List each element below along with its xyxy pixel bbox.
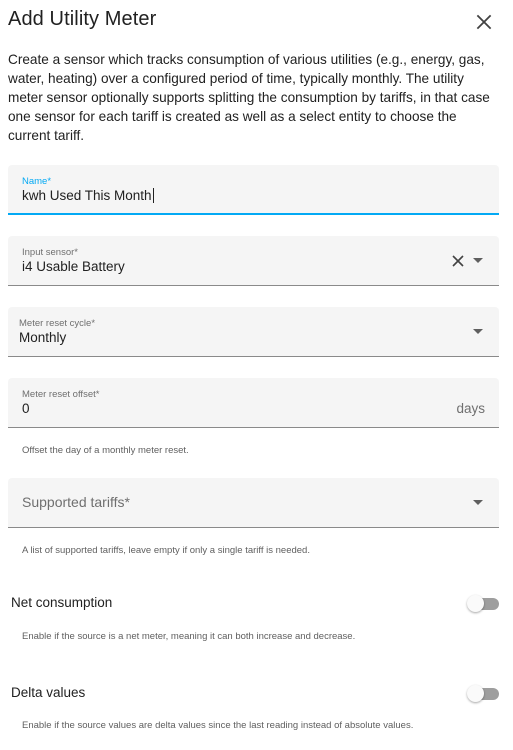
delta-values-helper: Enable if the source values are delta va…: [22, 720, 414, 731]
meter-reset-cycle-select[interactable]: Meter reset cycle* Monthly: [8, 307, 499, 357]
supported-tariffs-placeholder: Supported tariffs*: [22, 494, 130, 510]
clear-icon[interactable]: [451, 254, 465, 268]
chevron-down-icon[interactable]: [473, 258, 483, 263]
toggle-thumb: [467, 595, 484, 612]
supported-tariffs-field[interactable]: Supported tariffs*: [8, 478, 499, 528]
supported-tariffs-helper: A list of supported tariffs, leave empty…: [22, 545, 310, 556]
input-sensor-value: i4 Usable Battery: [22, 259, 125, 274]
close-icon: [472, 10, 496, 34]
input-sensor-field[interactable]: Input sensor* i4 Usable Battery: [8, 236, 499, 286]
meter-reset-offset-value[interactable]: 0: [22, 401, 30, 416]
meter-reset-offset-label: Meter reset offset*: [22, 389, 100, 400]
close-button[interactable]: [472, 10, 496, 34]
meter-reset-cycle-label: Meter reset cycle*: [19, 318, 96, 329]
chevron-down-icon: [473, 329, 483, 334]
net-consumption-label: Net consumption: [11, 595, 113, 610]
delta-values-label: Delta values: [11, 685, 86, 700]
dialog-title: Add Utility Meter: [8, 8, 157, 30]
chevron-down-icon[interactable]: [473, 500, 483, 505]
dialog-description: Create a sensor which tracks consumption…: [8, 52, 490, 143]
meter-reset-offset-suffix: days: [456, 401, 485, 416]
name-field-label: Name*: [22, 176, 52, 187]
meter-reset-offset-field[interactable]: Meter reset offset* 0 days: [8, 378, 499, 428]
net-consumption-helper: Enable if the source is a net meter, mea…: [22, 631, 356, 642]
net-consumption-toggle[interactable]: [467, 593, 499, 613]
meter-reset-cycle-value: Monthly: [19, 330, 67, 345]
delta-values-toggle[interactable]: [467, 683, 499, 703]
input-sensor-label: Input sensor*: [22, 247, 78, 258]
text-cursor: [152, 188, 154, 203]
name-field[interactable]: Name* kwh Used This Month: [8, 165, 499, 215]
name-field-value[interactable]: kwh Used This Month: [22, 188, 154, 203]
toggle-thumb: [467, 685, 484, 702]
meter-reset-offset-helper: Offset the day of a monthly meter reset.: [22, 445, 189, 456]
add-utility-meter-dialog: Add Utility Meter Create a sensor which …: [0, 0, 513, 750]
